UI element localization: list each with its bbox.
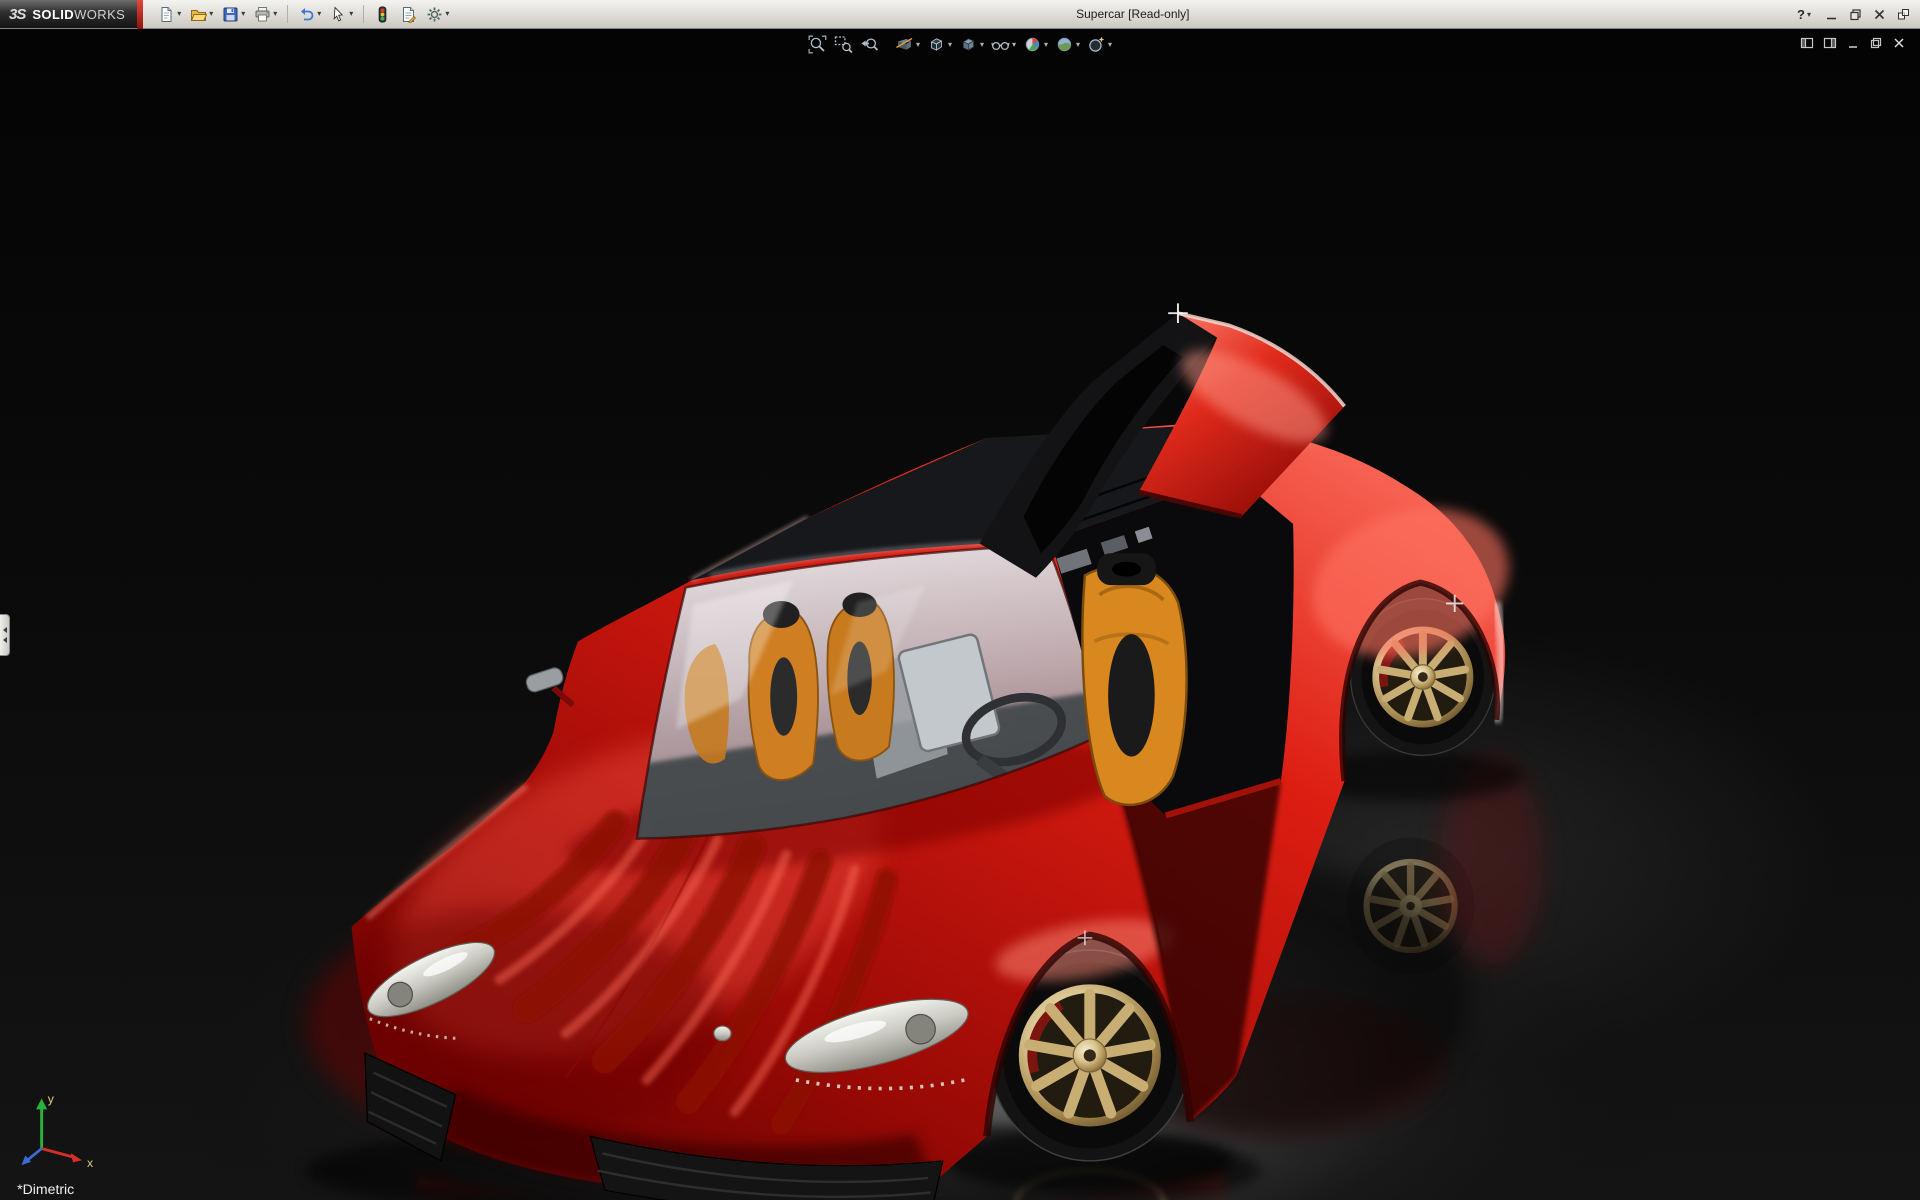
view-orientation-cube-icon (927, 35, 946, 54)
hood-badge (714, 1026, 731, 1041)
undo-icon (298, 6, 315, 23)
file-properties-button[interactable] (397, 2, 420, 26)
featuremanager-expand-tab[interactable] (0, 614, 10, 656)
previous-view-button[interactable] (858, 34, 881, 55)
help-dropdown[interactable]: ▾ (1807, 11, 1811, 19)
pane-left-icon (1800, 36, 1814, 50)
section-view-dropdown[interactable]: ▾ (916, 41, 920, 49)
brand-wordmark: SOLIDWORKS (32, 7, 125, 22)
hide-show-items-button[interactable]: ▾ (989, 34, 1018, 55)
edit-appearance-button[interactable]: ▾ (1021, 34, 1050, 55)
document-minimize-button[interactable] (1846, 36, 1860, 50)
options-button[interactable]: ▾ (423, 2, 452, 26)
apply-scene-icon (1055, 35, 1074, 54)
triad-x-label: x (87, 1156, 93, 1170)
toolbar-separator (363, 5, 364, 23)
view-orientation-button[interactable]: ▾ (925, 34, 954, 55)
zoom-to-fit-icon (808, 35, 827, 54)
driver-seat (1082, 553, 1186, 805)
pane-right-icon (1823, 36, 1837, 50)
view-settings-dropdown[interactable]: ▾ (1108, 41, 1112, 49)
help-icon: ? (1797, 7, 1805, 22)
y-axis-arrow (36, 1098, 47, 1109)
save-icon (222, 6, 239, 23)
x-axis-arrow (71, 1153, 82, 1162)
new-document-icon (158, 6, 175, 23)
print-icon (254, 6, 271, 23)
zoom-to-fit-button[interactable] (806, 34, 829, 55)
hide-show-dropdown[interactable]: ▾ (1012, 41, 1016, 49)
save-button[interactable]: ▾ (219, 2, 248, 26)
new-dropdown[interactable]: ▾ (177, 10, 181, 18)
document-close-button[interactable] (1892, 36, 1906, 50)
undo-button[interactable]: ▾ (295, 2, 324, 26)
document-close-icon (1892, 36, 1906, 50)
pane-right-button[interactable] (1823, 36, 1837, 50)
solidworks-logo: 3S SOLIDWORKS (0, 0, 137, 28)
view-orientation-label: *Dimetric (17, 1181, 74, 1197)
display-style-button[interactable]: ▾ (957, 34, 986, 55)
titlebar: 3S SOLIDWORKS ▾ ▾ ▾ ▾ ▾ ▾ (0, 0, 1920, 29)
graphics-area[interactable]: x y *Dimetric ▾ ▾ ▾ ▾ (0, 29, 1920, 1200)
edit-appearance-dropdown[interactable]: ▾ (1044, 41, 1048, 49)
apply-scene-dropdown[interactable]: ▾ (1076, 41, 1080, 49)
edit-appearance-icon (1023, 35, 1042, 54)
rebuild-stoplight-icon (374, 6, 391, 23)
car-render: x y *Dimetric (0, 29, 1920, 1200)
restore-button[interactable] (1849, 8, 1862, 21)
close-button[interactable] (1873, 8, 1886, 21)
display-style-dropdown[interactable]: ▾ (980, 41, 984, 49)
view-settings-button[interactable]: ▾ (1085, 34, 1114, 55)
print-dropdown[interactable]: ▾ (273, 10, 277, 18)
zoom-to-area-button[interactable] (832, 34, 855, 55)
display-style-icon (959, 35, 978, 54)
section-view-button[interactable]: ▾ (893, 34, 922, 55)
select-cursor-icon (330, 6, 347, 23)
close-icon (1873, 8, 1886, 21)
logo-accent (137, 0, 143, 29)
document-minimize-icon (1846, 36, 1860, 50)
undo-dropdown[interactable]: ▾ (317, 10, 321, 18)
collapse-arrow-icon (3, 637, 7, 643)
document-restore-icon (1869, 36, 1883, 50)
document-window-controls (1800, 36, 1906, 50)
zoom-to-area-icon (834, 35, 853, 54)
window-controls: ? ▾ (1794, 0, 1910, 29)
window-layout-button[interactable] (1897, 8, 1910, 21)
file-properties-icon (400, 6, 417, 23)
select-dropdown[interactable]: ▾ (349, 10, 353, 18)
open-dropdown[interactable]: ▾ (209, 10, 213, 18)
options-gear-icon (426, 6, 443, 23)
document-title: Supercar [Read-only] (1076, 7, 1189, 21)
open-button[interactable]: ▾ (187, 2, 216, 26)
open-folder-icon (190, 6, 207, 23)
triad-y-label: y (48, 1092, 55, 1106)
document-restore-button[interactable] (1869, 36, 1883, 50)
minimize-button[interactable] (1825, 8, 1838, 21)
rebuild-button[interactable] (371, 2, 394, 26)
window-layout-icon (1897, 8, 1910, 21)
select-button[interactable]: ▾ (327, 2, 356, 26)
options-dropdown[interactable]: ▾ (445, 10, 449, 18)
apply-scene-button[interactable]: ▾ (1053, 34, 1082, 55)
pane-left-button[interactable] (1800, 36, 1814, 50)
previous-view-icon (860, 35, 879, 54)
section-view-icon (895, 35, 914, 54)
view-settings-icon (1087, 35, 1106, 54)
hide-show-glasses-icon (991, 35, 1010, 54)
new-document-button[interactable]: ▾ (155, 2, 184, 26)
main-toolbar: ▾ ▾ ▾ ▾ ▾ ▾ ▾ (155, 2, 452, 26)
print-button[interactable]: ▾ (251, 2, 280, 26)
toolbar-separator (287, 5, 288, 23)
headsup-view-toolbar: ▾ ▾ ▾ ▾ ▾ ▾ ▾ (806, 34, 1114, 55)
save-dropdown[interactable]: ▾ (241, 10, 245, 18)
view-orientation-dropdown[interactable]: ▾ (948, 41, 952, 49)
reference-triad: x y (21, 1092, 93, 1170)
dassault-3ds-logo-icon: 3S (9, 6, 25, 23)
help-button[interactable]: ? ▾ (1794, 3, 1814, 27)
minimize-icon (1825, 8, 1838, 21)
restore-icon (1849, 8, 1862, 21)
collapse-arrow-icon (3, 627, 7, 633)
